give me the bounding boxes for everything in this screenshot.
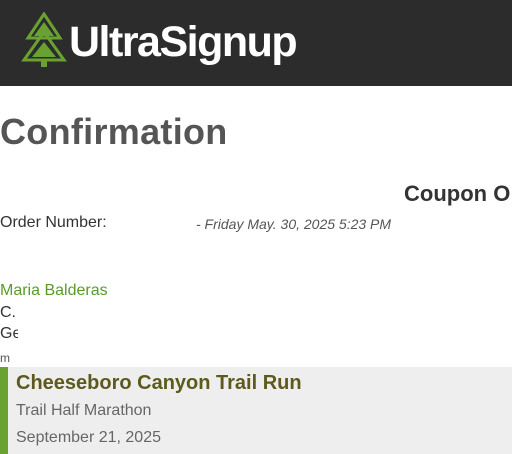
event-date: September 21, 2025	[16, 429, 161, 446]
event-card: Cheeseboro Canyon Trail Run Trail Half M…	[0, 367, 512, 454]
coupon-heading: Coupon O	[404, 181, 511, 206]
address-line-2: Ge	[0, 325, 18, 342]
order-number-label: Order Number:	[0, 214, 107, 231]
page-title: Confirmation	[0, 111, 228, 152]
event-accent-bar	[0, 367, 8, 454]
address-line-1: C.	[0, 304, 16, 321]
site-header: UltraSignup	[0, 0, 512, 86]
logo-text[interactable]: UltraSignup	[69, 17, 298, 67]
event-title[interactable]: Cheeseboro Canyon Trail Run	[16, 370, 302, 396]
participant-name: Maria Balderas	[0, 282, 108, 299]
tree-icon[interactable]	[20, 12, 68, 68]
order-datetime: - Friday May. 30, 2025 5:23 PM	[196, 216, 392, 232]
address-line-3: m	[0, 351, 10, 365]
event-distance: Trail Half Marathon	[16, 402, 152, 419]
